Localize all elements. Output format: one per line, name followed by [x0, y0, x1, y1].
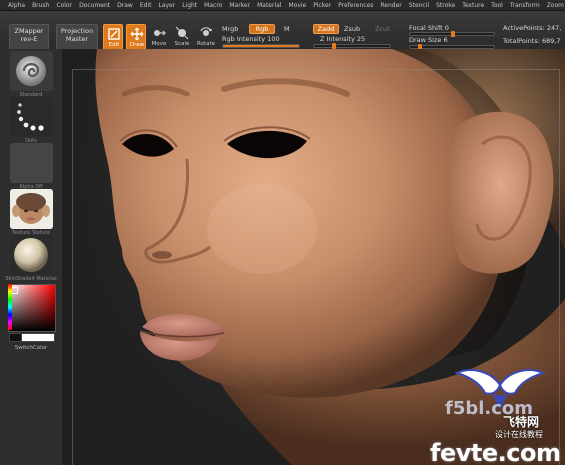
scale-button[interactable]: Scale [172, 24, 192, 50]
switch-color-button[interactable]: SwitchColor [2, 345, 60, 351]
standard-alpha-icon [16, 56, 46, 86]
total-points-readout: TotalPoints: 689,7 [503, 37, 561, 45]
dots-stroke-icon [17, 103, 44, 131]
active-points-readout: ActivePoints: 247, [503, 24, 562, 32]
zmapper-rev-label: rev-E [20, 35, 38, 43]
menu-layer[interactable]: Layer [158, 0, 175, 11]
edit-icon [108, 28, 120, 40]
menu-zoom[interactable]: Zoom [547, 0, 564, 11]
draw-label: Draw [129, 42, 145, 48]
master-label: Master [65, 35, 89, 43]
watermark-site: fevte.com [430, 439, 561, 465]
material-sphere-icon [14, 238, 48, 272]
draw-button[interactable]: Draw [126, 24, 146, 50]
move-icon [154, 30, 166, 36]
menu-render[interactable]: Render [380, 0, 401, 11]
menu-draw[interactable]: Draw [117, 0, 133, 11]
watermark-brand-cn: 飞特网 [503, 415, 540, 429]
menu-stroke[interactable]: Stroke [436, 0, 455, 11]
zbrush-window: Alpha Brush Color Document Draw Edit Layer Ligh… [0, 0, 565, 465]
material-label: SkinShade4 Material [5, 276, 57, 282]
color-picker[interactable] [8, 284, 56, 332]
zmapper-label: ZMapper [14, 27, 44, 35]
menu-color[interactable]: Color [56, 0, 72, 11]
zsub-button[interactable]: Zsub [344, 25, 360, 33]
secondary-color-swatch[interactable] [20, 333, 55, 342]
focal-shift-slider[interactable]: Focal Shift 0 [409, 24, 449, 32]
watermark: f5bl.com 飞特网 设计在线教程 fevte.com [385, 365, 565, 465]
menu-bar: Alpha Brush Color Document Draw Edit Layer Ligh… [0, 0, 565, 11]
scale-label: Scale [174, 41, 190, 47]
texture-thumbnail [10, 189, 53, 229]
zadd-button[interactable]: Zadd [313, 24, 339, 34]
menu-movie[interactable]: Movie [288, 0, 306, 11]
edit-button[interactable]: Edit [103, 24, 123, 50]
alpha-off-slot[interactable] [10, 143, 53, 183]
menu-macro[interactable]: Macro [204, 0, 222, 11]
main-color-swatch[interactable] [9, 333, 22, 342]
menu-transform[interactable]: Transform [510, 0, 540, 11]
scale-icon [175, 26, 189, 40]
material-slot[interactable] [10, 235, 53, 275]
z-intensity-track[interactable] [313, 43, 391, 49]
move-label: Move [151, 41, 167, 47]
brush-alpha-slot[interactable] [10, 51, 53, 91]
menu-document[interactable]: Document [79, 0, 110, 11]
menu-light[interactable]: Light [182, 0, 197, 11]
menu-stencil[interactable]: Stencil [409, 0, 429, 11]
zmapper-button[interactable]: ZMapper rev-E [9, 24, 49, 50]
menu-texture[interactable]: Texture [462, 0, 484, 11]
edit-label: Edit [108, 42, 120, 48]
menu-tool[interactable]: Tool [491, 0, 503, 11]
rgb-button[interactable]: Rgb [249, 24, 275, 34]
color-picker-cursor [11, 287, 18, 294]
menu-brush[interactable]: Brush [32, 0, 49, 11]
rotate-icon [200, 27, 212, 36]
rgb-intensity-slider[interactable]: Rgb Intensity 100 [222, 35, 280, 43]
stroke-slot[interactable] [10, 97, 53, 137]
menu-alpha[interactable]: Alpha [8, 0, 25, 11]
menu-picker[interactable]: Picker [313, 0, 331, 11]
top-shelf: ZMapper rev-E Projection Master Edit Dra… [0, 11, 565, 50]
projection-master-button[interactable]: Projection Master [56, 24, 98, 50]
menu-edit[interactable]: Edit [140, 0, 152, 11]
menu-marker[interactable]: Marker [229, 0, 250, 11]
mrgb-button[interactable]: Mrgb [222, 25, 238, 33]
m-button[interactable]: M [284, 25, 290, 33]
draw-size-slider[interactable]: Draw Size 6 [409, 36, 448, 44]
hue-strip[interactable] [8, 284, 12, 330]
menu-material[interactable]: Material [257, 0, 281, 11]
rgb-intensity-track[interactable] [222, 44, 300, 48]
left-tray: Standard Dots Alpha Off Texture Texture [0, 49, 63, 465]
zcut-button[interactable]: Zcut [375, 25, 390, 33]
menu-preferences[interactable]: Preferences [338, 0, 373, 11]
projection-label: Projection [60, 27, 94, 35]
draw-icon [130, 27, 144, 41]
rotate-label: Rotate [196, 41, 215, 47]
move-button[interactable]: Move [149, 24, 169, 50]
texture-slot[interactable] [10, 189, 53, 229]
rotate-button[interactable]: Rotate [196, 24, 216, 50]
z-intensity-slider[interactable]: Z Intensity 25 [320, 35, 365, 43]
